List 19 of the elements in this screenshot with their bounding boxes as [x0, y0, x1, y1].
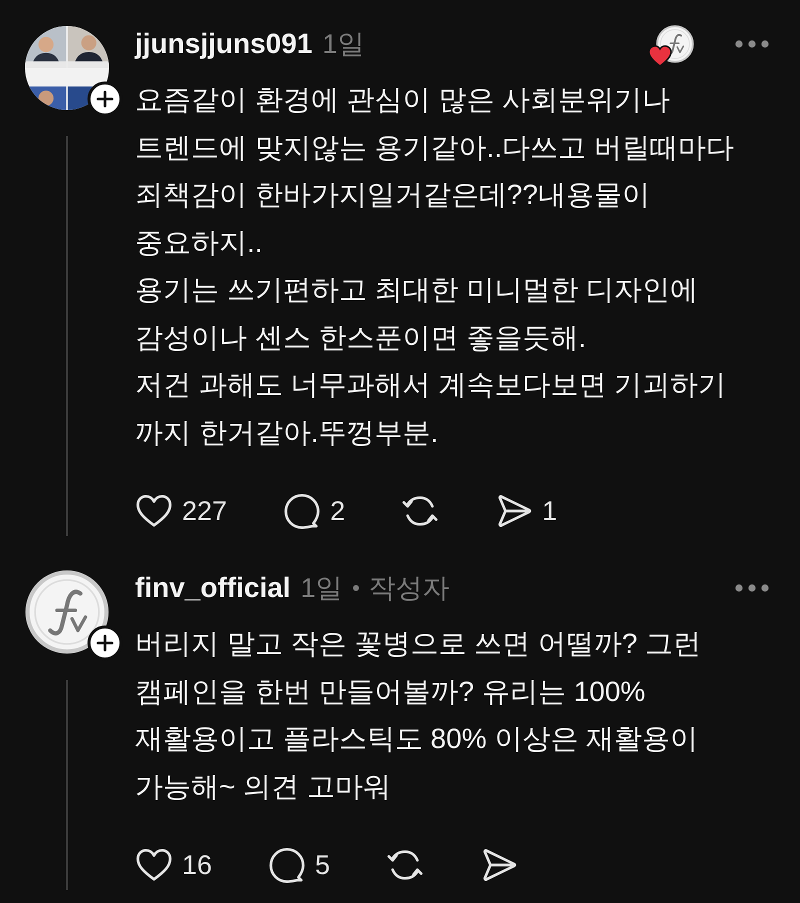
more-icon[interactable]	[734, 39, 770, 49]
reply-count: 2	[330, 496, 346, 526]
separator-dot	[352, 585, 359, 591]
username[interactable]: jjunsjjuns091	[135, 28, 312, 60]
like-count: 227	[182, 496, 228, 526]
speech-bubble-icon[interactable]	[268, 846, 306, 884]
comment-text: 요즘같이 환경에 관심이 많은 사회분위기나 트렌드에 맞지않는 용기같아..다쓰고 버릴때마다 죄책감이 한바가지일거같은데??내용물이 중요하지.. 용기는 쓰기편하고 최대한 미니멀한 디자인에 감성이나 센스 한스푼이면 좋을듯해. 저건 과해도 너무과해서 계속보다보면 기괴하기 까지 한거같아.뚜껑부분.	[135, 83, 735, 450]
share-count: 1	[542, 496, 558, 526]
comment-text: 버리지 말고 작은 꽃병으로 쓰면 어떨까? 그런 캠페인을 한번 만들어볼까? 유리는 100% 재활용이고 플라스틱도 80% 이상은 재활용이 가능해~ 의견 고마워	[135, 627, 702, 804]
heart-icon	[648, 45, 672, 67]
reply-count: 5	[315, 850, 330, 880]
timestamp: 1일	[300, 572, 343, 605]
timestamp: 1일	[322, 28, 364, 61]
author-label: 작성자	[368, 572, 450, 605]
logo-icon	[25, 570, 109, 654]
username[interactable]: finv_official	[135, 572, 291, 604]
like-count: 16	[182, 850, 212, 880]
more-icon[interactable]	[734, 583, 770, 593]
speech-bubble-icon[interactable]	[283, 492, 322, 530]
